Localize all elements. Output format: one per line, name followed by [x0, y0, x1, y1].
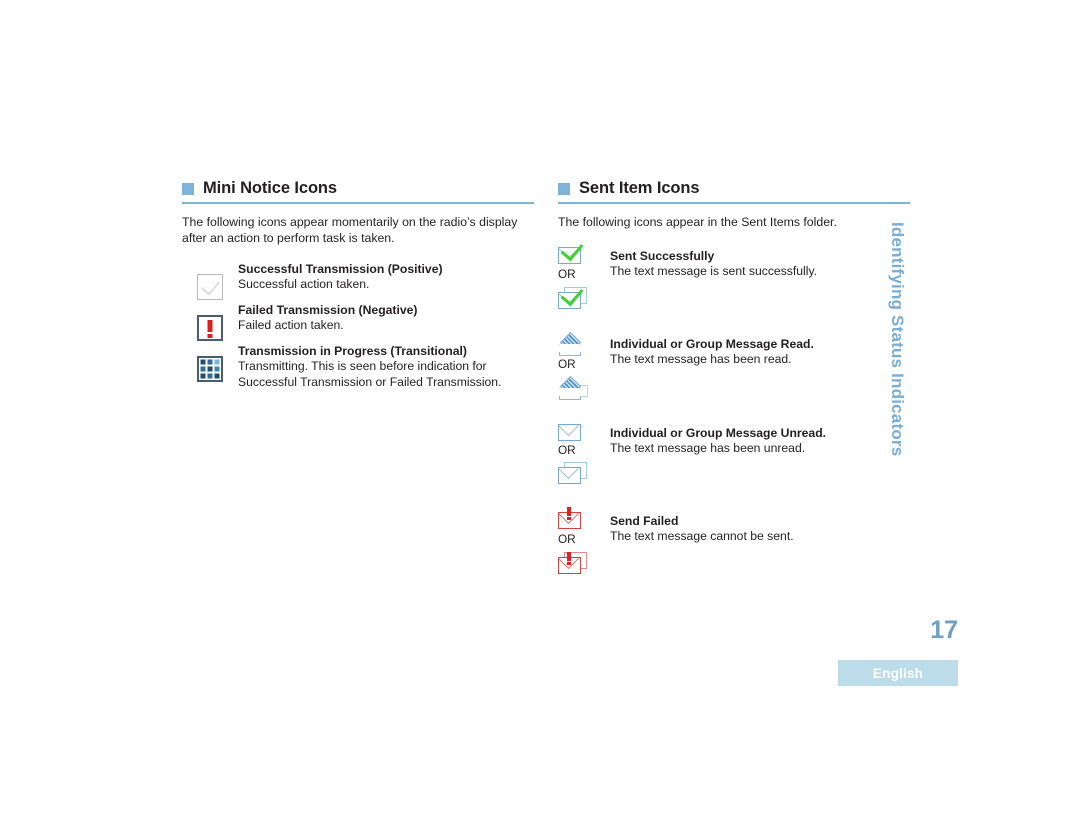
sent-successfully-envelope-icon	[558, 237, 584, 264]
section-title: Sent Item Icons	[579, 178, 700, 197]
icon-cell: OR	[558, 237, 610, 309]
item-text: Send Failed The text message cannot be s…	[610, 512, 910, 545]
page-title: Mini Notice Icons	[203, 178, 337, 197]
dot-cell	[200, 373, 206, 379]
list-item: OR Individual or Group Message Unread. T…	[558, 423, 910, 484]
exclamation-dot-icon	[207, 334, 213, 338]
list-item: OR	[558, 331, 910, 400]
item-title: Successful Transmission (Positive)	[238, 262, 443, 276]
list-item: Failed Transmission (Negative) Failed ac…	[182, 302, 534, 341]
icon-cell	[182, 343, 238, 382]
icon-cell	[182, 261, 238, 300]
section-bullet-icon	[182, 183, 194, 195]
transmission-in-progress-icon	[197, 356, 223, 382]
dot-grid-icon	[200, 359, 220, 379]
section-intro-text: The following icons appear in the Sent I…	[558, 215, 837, 229]
envelope-front-icon	[558, 282, 584, 309]
section-divider	[558, 202, 910, 204]
item-title: Individual or Group Message Read.	[610, 336, 814, 351]
message-read-envelope-icon	[558, 331, 583, 356]
item-text: Individual or Group Message Read. The te…	[610, 335, 910, 368]
mini-notice-list: Successful Transmission (Positive) Succe…	[182, 261, 534, 390]
message-unread-envelope-stack-icon	[558, 461, 587, 484]
item-description: The text message has been read.	[610, 351, 792, 366]
icon-cell: OR	[558, 506, 610, 574]
envelope-front-icon	[558, 466, 581, 484]
envelope-flap-icon	[559, 425, 580, 436]
item-text: Sent Successfully The text message is se…	[610, 247, 910, 280]
dot-cell	[214, 359, 220, 365]
list-item: Transmission in Progress (Transitional) …	[182, 343, 534, 390]
dot-cell	[207, 359, 213, 365]
dot-cell	[214, 373, 220, 379]
check-mark-icon	[200, 275, 221, 296]
dot-cell	[207, 373, 213, 379]
envelope-front-icon	[558, 551, 581, 574]
item-description: The text message cannot be sent.	[610, 528, 794, 543]
mini-notice-icons-section: Mini Notice Icons The following icons ap…	[182, 178, 534, 392]
envelope-flap-icon	[559, 468, 580, 479]
successful-transmission-icon	[197, 274, 223, 300]
exclamation-icon	[567, 506, 571, 520]
dot-cell	[214, 366, 220, 372]
or-label: OR	[558, 266, 576, 281]
icon-cell: OR	[558, 423, 610, 484]
section-divider	[182, 202, 534, 204]
or-label: OR	[558, 442, 576, 457]
or-label: OR	[558, 531, 576, 546]
sent-item-icons-section: Sent Item Icons The following icons appe…	[558, 178, 910, 574]
chapter-side-title: Identifying Status Indicators	[888, 222, 907, 457]
language-badge: English	[838, 660, 958, 686]
list-item: Successful Transmission (Positive) Succe…	[182, 261, 534, 300]
dot-cell	[200, 359, 206, 365]
icon-cell: OR	[558, 331, 610, 400]
section-heading: Sent Item Icons	[558, 178, 910, 198]
sent-item-list: OR Sent Successfully The text message is…	[558, 237, 910, 574]
exclamation-stem-icon	[207, 320, 213, 332]
list-item: OR	[558, 506, 910, 574]
envelope-v-shade	[559, 387, 581, 400]
icon-cell	[182, 302, 238, 341]
list-item: OR	[558, 237, 910, 309]
send-failed-envelope-icon	[558, 506, 581, 529]
sent-successfully-envelope-stack-icon	[558, 282, 587, 309]
item-description: Successful action taken.	[238, 277, 370, 291]
item-title: Send Failed	[610, 513, 679, 528]
dot-cell	[200, 366, 206, 372]
item-title: Transmission in Progress (Transitional)	[238, 344, 467, 358]
item-title: Sent Successfully	[610, 248, 715, 263]
send-failed-envelope-stack-icon	[558, 551, 587, 574]
dot-cell	[207, 366, 213, 372]
message-read-envelope-stack-icon	[558, 375, 588, 400]
item-description: Failed action taken.	[238, 318, 344, 332]
message-unread-envelope-icon	[558, 423, 581, 441]
item-description: The text message is sent successfully.	[610, 263, 818, 278]
item-text: Successful Transmission (Positive) Succe…	[238, 261, 534, 293]
item-text: Individual or Group Message Unread. The …	[610, 424, 910, 457]
item-description: Transmitting. This is seen before indica…	[238, 359, 502, 389]
section-intro-text: The following icons appear momentarily o…	[182, 215, 518, 245]
item-description: The text message has been unread.	[610, 440, 806, 455]
section-bullet-icon	[558, 183, 570, 195]
envelope-v-shade	[559, 343, 581, 356]
failed-transmission-icon	[197, 315, 223, 341]
section-heading: Mini Notice Icons	[182, 178, 534, 198]
item-text: Failed Transmission (Negative) Failed ac…	[238, 302, 534, 334]
or-label: OR	[558, 356, 576, 371]
page-number: 17	[930, 616, 958, 644]
item-text: Transmission in Progress (Transitional) …	[238, 343, 534, 390]
exclamation-icon	[567, 551, 571, 565]
document-page: Mini Notice Icons The following icons ap…	[0, 0, 1080, 834]
item-title: Individual or Group Message Unread.	[610, 425, 827, 440]
item-title: Failed Transmission (Negative)	[238, 303, 418, 317]
envelope-front-icon	[558, 375, 583, 400]
